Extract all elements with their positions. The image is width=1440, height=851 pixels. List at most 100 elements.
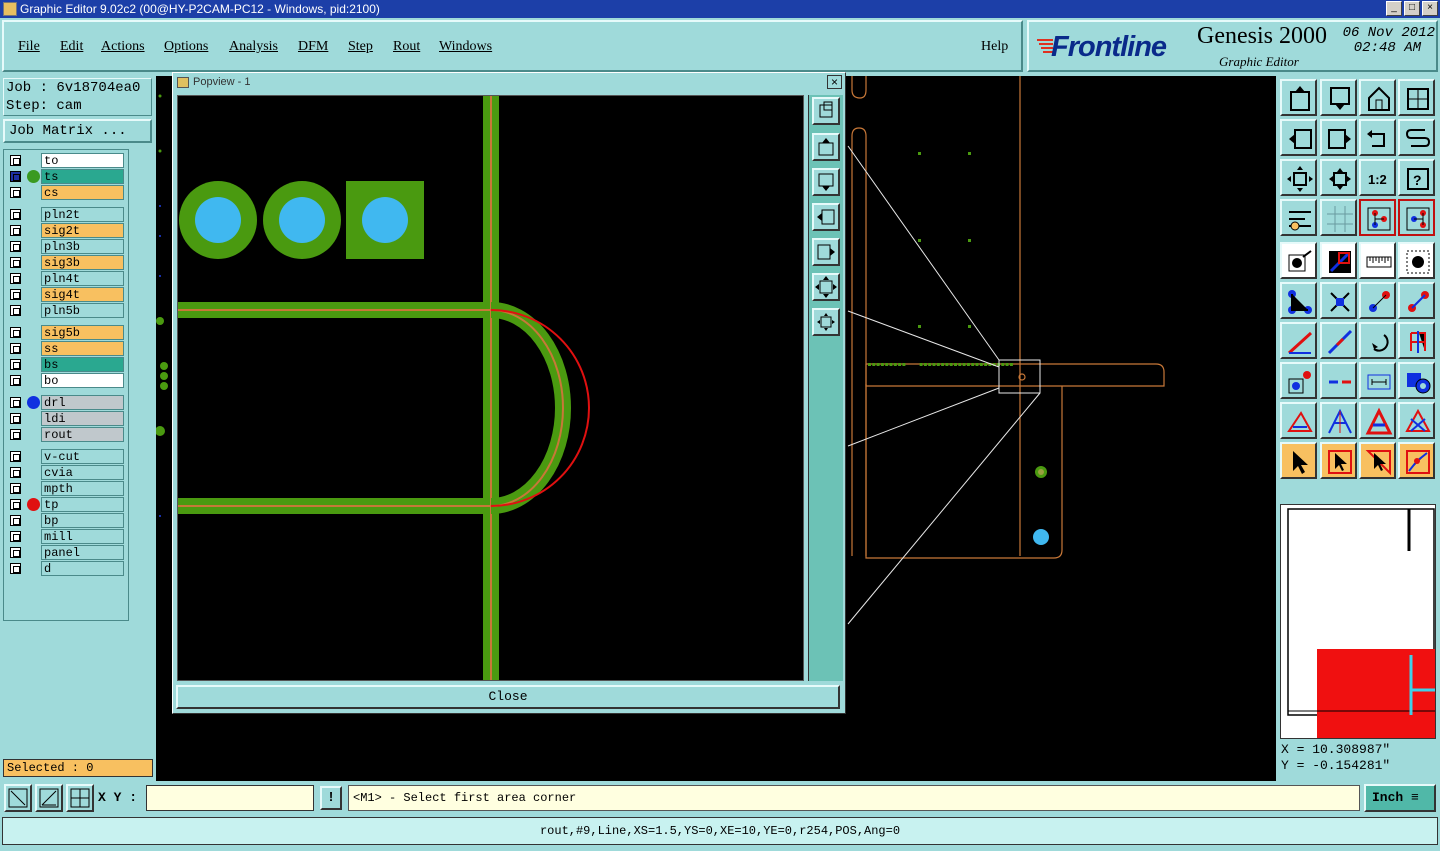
layer-name[interactable]: cs (41, 185, 124, 200)
layer-name[interactable]: pln4t (41, 271, 124, 286)
layer-name[interactable]: pln5b (41, 303, 124, 318)
cross-icon[interactable] (1320, 282, 1357, 319)
snake-icon[interactable] (1398, 119, 1435, 156)
layer-row-panel[interactable]: panel (6, 545, 127, 560)
layer-name[interactable]: sig5b (41, 325, 124, 340)
popview-titlebar[interactable]: Popview - 1 × (173, 73, 845, 91)
triangle-cross-icon[interactable] (1398, 402, 1435, 439)
layer-name[interactable]: pln3b (41, 239, 124, 254)
layer-name[interactable]: bp (41, 513, 124, 528)
layer-row-sig3b[interactable]: sig3b (6, 255, 127, 270)
layer-checkbox[interactable] (10, 467, 21, 478)
center-icon[interactable] (1320, 159, 1357, 196)
layer-row-pln4t[interactable]: pln4t (6, 271, 127, 286)
layer-checkbox[interactable] (10, 187, 21, 198)
triangle-icon[interactable] (1280, 402, 1317, 439)
line-pad-icon[interactable] (1359, 282, 1396, 319)
mirror-icon[interactable] (1398, 322, 1435, 359)
rotate-icon[interactable] (1359, 322, 1396, 359)
layer-row-bp[interactable]: bp (6, 513, 127, 528)
window-split-icon[interactable] (1398, 79, 1435, 116)
layer-checkbox[interactable] (10, 499, 21, 510)
feature-select-red-icon[interactable] (1398, 199, 1435, 236)
layer-checkbox[interactable] (10, 289, 21, 300)
layer-row-bs[interactable]: bs (6, 357, 127, 372)
layer-checkbox[interactable] (10, 515, 21, 526)
layer-name[interactable]: v-cut (41, 449, 124, 464)
layer-checkbox[interactable] (10, 359, 21, 370)
layer-checkbox[interactable] (10, 327, 21, 338)
layer-name[interactable]: mill (41, 529, 124, 544)
home-icon[interactable] (1359, 79, 1396, 116)
ruler-icon[interactable] (1359, 242, 1396, 279)
layer-checkbox[interactable] (10, 225, 21, 236)
unit-selector[interactable]: Inch ≡ (1364, 784, 1436, 812)
layer-checkbox[interactable] (10, 305, 21, 316)
line-split-icon[interactable] (1320, 362, 1357, 399)
menu-edit[interactable]: Edit (60, 39, 83, 55)
layer-row-mill[interactable]: mill (6, 529, 127, 544)
popview-close-button[interactable]: Close (176, 685, 840, 709)
pop-down-icon[interactable] (812, 168, 840, 196)
layer-row-ss[interactable]: ss (6, 341, 127, 356)
pointer-outline-icon[interactable] (1359, 442, 1396, 479)
close-window-button[interactable]: × (1422, 1, 1438, 16)
layer-name[interactable]: pln2t (41, 207, 124, 222)
layer-checkbox[interactable] (10, 429, 21, 440)
fit-screen-icon[interactable] (1280, 159, 1317, 196)
layer-name[interactable]: sig3b (41, 255, 124, 270)
layer-row-pln2t[interactable]: pln2t (6, 207, 127, 222)
diagonal-red-icon[interactable] (1320, 242, 1357, 279)
layer-row-sig5b[interactable]: sig5b (6, 325, 127, 340)
layer-row-cs[interactable]: cs (6, 185, 127, 200)
route-icon[interactable] (1398, 442, 1435, 479)
layer-checkbox[interactable] (10, 171, 21, 182)
pointer-box-icon[interactable] (1320, 442, 1357, 479)
layer-checkbox[interactable] (10, 257, 21, 268)
layer-row-d[interactable]: d (6, 561, 127, 576)
layer-row-cvia[interactable]: cvia (6, 465, 127, 480)
grid-snap-icon[interactable] (66, 784, 94, 812)
layer-checkbox[interactable] (10, 241, 21, 252)
pad-blue-icon[interactable] (1398, 362, 1435, 399)
layer-row-sig4t[interactable]: sig4t (6, 287, 127, 302)
layer-row-tp[interactable]: tp (6, 497, 127, 512)
menu-rout[interactable]: Rout (393, 39, 420, 55)
layer-name[interactable]: bo (41, 373, 124, 388)
measure-icon[interactable] (4, 784, 32, 812)
zoom-home-icon[interactable] (1280, 79, 1317, 116)
layer-checkbox[interactable] (10, 483, 21, 494)
pop-zoom-icon[interactable] (812, 97, 840, 125)
layer-checkbox[interactable] (10, 547, 21, 558)
layer-row-rout[interactable]: rout (6, 427, 127, 442)
layer-checkbox[interactable] (10, 375, 21, 386)
dotted-pad-icon[interactable] (1398, 242, 1435, 279)
layer-checkbox[interactable] (10, 155, 21, 166)
pop-up-icon[interactable] (812, 133, 840, 161)
layer-checkbox[interactable] (10, 343, 21, 354)
menu-dfm[interactable]: DFM (298, 39, 328, 55)
zoom-down-icon[interactable] (1320, 79, 1357, 116)
layer-name[interactable]: ldi (41, 411, 124, 426)
layer-name[interactable]: to (41, 153, 124, 168)
layer-checkbox[interactable] (10, 531, 21, 542)
triangle-arrow-icon[interactable] (1359, 402, 1396, 439)
triangle-outline-icon[interactable] (1320, 402, 1357, 439)
layer-row-mpth[interactable]: mpth (6, 481, 127, 496)
layer-row-drl[interactable]: drl (6, 395, 127, 410)
scale-1-2-icon[interactable]: 1:2 (1359, 159, 1396, 196)
layer-row-pln3b[interactable]: pln3b (6, 239, 127, 254)
layer-row-pln5b[interactable]: pln5b (6, 303, 127, 318)
layer-checkbox[interactable] (10, 563, 21, 574)
popview-window[interactable]: Popview - 1 × Close (172, 72, 846, 714)
layer-name[interactable]: drl (41, 395, 124, 410)
minimize-button[interactable]: _ (1386, 1, 1402, 16)
job-matrix-button[interactable]: Job Matrix ... (3, 119, 152, 143)
minimap[interactable] (1280, 504, 1436, 739)
window-titlebar[interactable]: Graphic Editor 9.02c2 (00@HY-P2CAM-PC12 … (0, 0, 1440, 18)
layer-name[interactable]: ss (41, 341, 124, 356)
layer-name[interactable]: mpth (41, 481, 124, 496)
xy-input[interactable] (146, 785, 314, 811)
menu-step[interactable]: Step (348, 39, 373, 55)
layer-checkbox[interactable] (10, 273, 21, 284)
